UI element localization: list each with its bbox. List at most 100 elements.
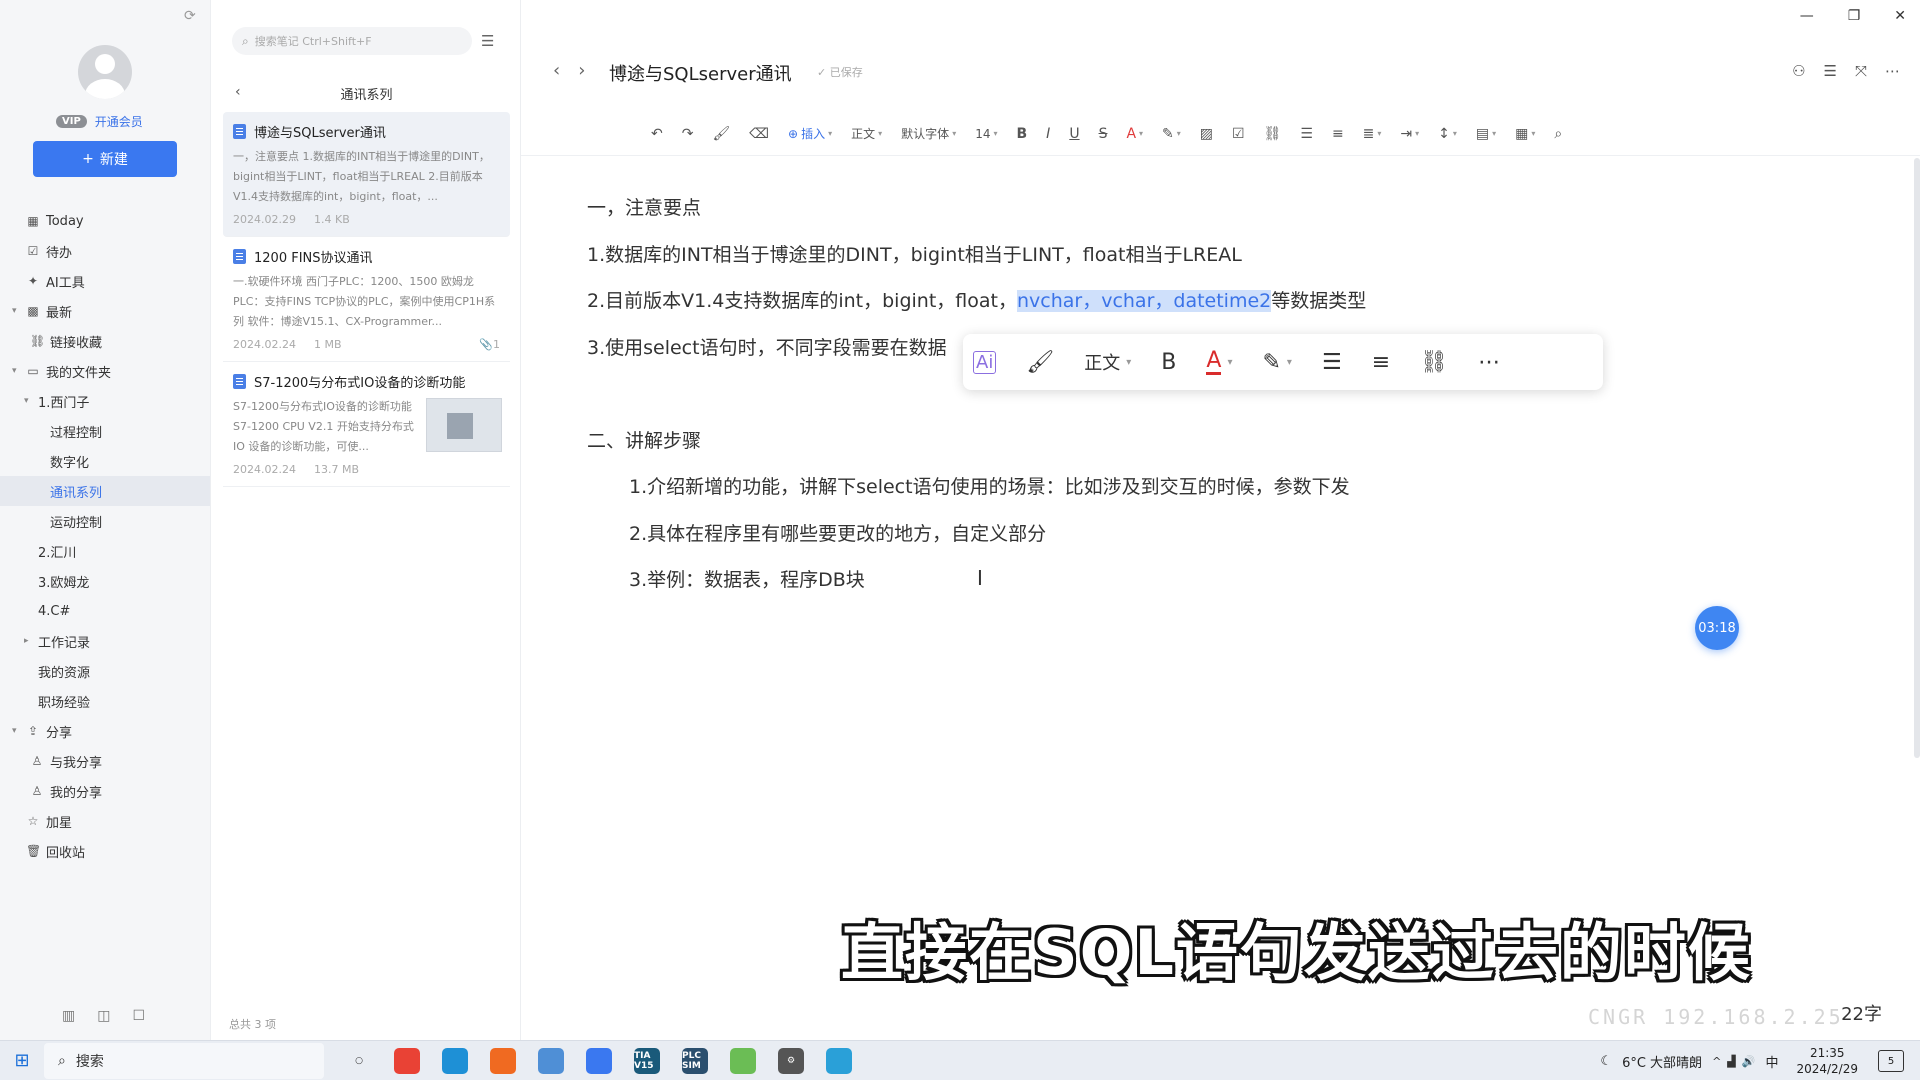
open-vip-link[interactable]: 开通会员: [95, 113, 143, 130]
sidebar-item[interactable]: 数字化: [0, 446, 210, 476]
sidebar-item[interactable]: 4.C#: [0, 596, 210, 626]
minimize-icon[interactable]: —: [1800, 8, 1814, 24]
firefox-app-icon[interactable]: [490, 1047, 516, 1074]
weather-text[interactable]: 6°C 大部晴朗: [1622, 1052, 1702, 1071]
chevron-up-icon[interactable]: ^: [1712, 1055, 1721, 1068]
sidebar-item[interactable]: ▦ Today: [0, 206, 210, 236]
remote-app-icon[interactable]: [826, 1047, 852, 1074]
sidebar-item[interactable]: 🗑 回收站: [0, 836, 210, 866]
bullet-list-icon[interactable]: ☰: [1322, 350, 1342, 375]
network-icon[interactable]: ▟: [1727, 1055, 1735, 1068]
sidebar-item[interactable]: 我的资源: [0, 656, 210, 686]
fullscreen-icon[interactable]: ⤧: [1855, 62, 1867, 80]
find-icon[interactable]: ⌕: [1554, 126, 1562, 142]
paragraph-style-select[interactable]: 正文 ▾: [851, 125, 882, 142]
numbered-list-icon[interactable]: ≡: [1372, 350, 1390, 375]
font-color-icon[interactable]: A ▾: [1126, 126, 1143, 142]
chevron-right-icon[interactable]: ▸: [24, 636, 29, 646]
link-icon[interactable]: ⛓: [1264, 126, 1282, 142]
settings-app-icon[interactable]: ⚙: [778, 1047, 804, 1074]
highlight-icon[interactable]: ✎ ▾: [1262, 350, 1291, 375]
new-note-button[interactable]: + 新建: [33, 141, 177, 177]
chevron-down-icon[interactable]: ▾: [12, 726, 17, 736]
underline-icon[interactable]: U: [1069, 126, 1079, 142]
note-search-input[interactable]: ⌕ 搜索笔记 Ctrl+Shift+F: [232, 27, 472, 55]
note-card[interactable]: S7-1200与分布式IO设备的诊断功能 S7-1200与分布式IO设备的诊断功…: [223, 362, 510, 487]
taskbar-search[interactable]: ⌕ 搜索: [44, 1042, 324, 1079]
ai-tool-icon[interactable]: ▨: [1200, 126, 1213, 142]
more-icon[interactable]: ⋯: [1478, 350, 1500, 375]
tia-portal-app-icon[interactable]: TIA V15: [634, 1047, 660, 1074]
recording-timer[interactable]: 03:18: [1695, 606, 1739, 650]
sort-icon[interactable]: ☰: [481, 32, 494, 50]
line-spacing-icon[interactable]: ↕ ▾: [1438, 126, 1457, 142]
files-app-icon[interactable]: [538, 1047, 564, 1074]
link-icon[interactable]: ⛓: [1420, 350, 1448, 375]
sidebar-item[interactable]: ▸ 工作记录: [0, 626, 210, 656]
undo-icon[interactable]: ↶: [651, 126, 663, 142]
app-green-app-icon[interactable]: [730, 1047, 756, 1074]
editor-scrollbar[interactable]: [1914, 158, 1920, 758]
strikethrough-icon[interactable]: S: [1099, 126, 1108, 142]
volume-icon[interactable]: 🔊: [1742, 1055, 1756, 1068]
sidebar-item[interactable]: 运动控制: [0, 506, 210, 536]
notification-icon[interactable]: 5: [1878, 1050, 1904, 1072]
redo-icon[interactable]: ↷: [682, 126, 694, 142]
sidebar-item[interactable]: ☆ 加星: [0, 806, 210, 836]
ai-icon[interactable]: Ai: [973, 350, 997, 374]
insert-button[interactable]: ⊕ 插入 ▾: [788, 125, 832, 142]
note-card[interactable]: 1200 FINS协议通讯 一.软硬件环境 西门子PLC：1200、1500 欧…: [223, 237, 510, 362]
sidebar-item[interactable]: ▾ ▩ 最新: [0, 296, 210, 326]
windows-start-icon[interactable]: ⊞: [0, 1041, 44, 1080]
indent-icon[interactable]: ⇥ ▾: [1400, 126, 1419, 142]
layout-single-column-icon[interactable]: ☐: [132, 1008, 145, 1024]
format-painter-icon[interactable]: 🖌: [1026, 350, 1054, 375]
layout-two-column-icon[interactable]: ◫: [97, 1008, 110, 1024]
clock[interactable]: 21:35 2024/2/29: [1796, 1045, 1858, 1077]
chevron-down-icon[interactable]: ▾: [12, 366, 17, 376]
ime-indicator[interactable]: 中: [1765, 1052, 1778, 1071]
font-size-select[interactable]: 14 ▾: [975, 127, 997, 141]
chevron-down-icon[interactable]: ▾: [12, 306, 17, 316]
restore-icon[interactable]: ❐: [1848, 8, 1861, 24]
format-painter-icon[interactable]: 🖌: [712, 126, 730, 142]
sidebar-item[interactable]: 职场经验: [0, 686, 210, 716]
sidebar-item[interactable]: ♙ 我的分享: [0, 776, 210, 806]
document-title[interactable]: 博途与SQLserver通讯: [609, 60, 792, 86]
sidebar-item[interactable]: 2.汇川: [0, 536, 210, 566]
document-body[interactable]: 一，注意要点 1.数据库的INT相当于博途里的DINT，bigint相当于LIN…: [587, 185, 1867, 604]
bold-icon[interactable]: B: [1017, 126, 1028, 142]
chrome-app-icon[interactable]: [394, 1047, 420, 1074]
floating-style-select[interactable]: 正文 ▾: [1084, 349, 1131, 375]
numbered-list-icon[interactable]: ≡: [1332, 126, 1344, 142]
task-view-app-icon[interactable]: ○: [346, 1048, 372, 1074]
back-arrow-icon[interactable]: ‹: [553, 60, 560, 81]
close-icon[interactable]: ✕: [1894, 8, 1906, 24]
bold-icon[interactable]: B: [1161, 350, 1176, 375]
outline-icon[interactable]: ☰: [1824, 62, 1837, 80]
sidebar-item[interactable]: ⛓ 链接收藏: [0, 326, 210, 356]
plcsim-app-icon[interactable]: PLC SIM: [682, 1047, 708, 1074]
task-checkbox-icon[interactable]: ☑: [1232, 126, 1245, 142]
sidebar-item[interactable]: ▾ ▭ 我的文件夹: [0, 356, 210, 386]
highlight-icon[interactable]: ✎ ▾: [1162, 126, 1181, 142]
sidebar-item[interactable]: ▾ ⇪ 分享: [0, 716, 210, 746]
forward-arrow-icon[interactable]: ›: [578, 60, 585, 81]
note-card[interactable]: 博途与SQLserver通讯 一，注意要点 1.数据库的INT相当于博途里的DI…: [223, 112, 510, 237]
bullet-list-icon[interactable]: ☰: [1300, 126, 1313, 142]
sync-icon[interactable]: ⟳: [184, 8, 196, 24]
eraser-icon[interactable]: ⌫: [749, 126, 769, 142]
layout-three-column-icon[interactable]: ▥: [62, 1008, 75, 1024]
edge-app-icon[interactable]: [442, 1047, 468, 1074]
notes-app-icon[interactable]: [586, 1047, 612, 1074]
sidebar-item[interactable]: 通讯系列: [0, 476, 210, 506]
sidebar-item[interactable]: ▾ 1.西门子: [0, 386, 210, 416]
more-icon[interactable]: ⋯: [1885, 62, 1900, 80]
template-icon[interactable]: ▦ ▾: [1515, 126, 1535, 142]
chevron-down-icon[interactable]: ▾: [24, 396, 29, 406]
sidebar-item[interactable]: ☑ 待办: [0, 236, 210, 266]
back-icon[interactable]: ‹: [235, 84, 241, 100]
sidebar-item[interactable]: 3.欧姆龙: [0, 566, 210, 596]
align-icon[interactable]: ≣ ▾: [1363, 126, 1382, 142]
font-color-icon[interactable]: A ▾: [1206, 349, 1232, 375]
